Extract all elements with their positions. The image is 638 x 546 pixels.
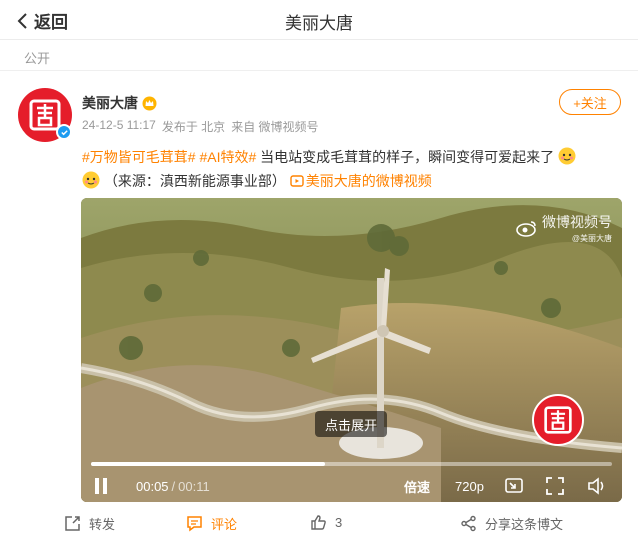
visibility-label: 公开 (24, 51, 51, 66)
repost-icon (65, 516, 80, 531)
brand-logo-watermark (532, 394, 584, 446)
current-time: 00:05 (136, 478, 169, 494)
cute-face-emoji-icon (82, 171, 100, 189)
author-name[interactable]: 美丽大唐 (82, 93, 157, 113)
divider (0, 70, 638, 71)
brand-seal-icon (544, 406, 572, 434)
comment-label: 评论 (211, 517, 238, 532)
verified-icon (56, 124, 72, 140)
pause-button[interactable] (93, 476, 109, 496)
quality-button[interactable]: 720p (455, 476, 484, 496)
follow-button[interactable]: +关注 (559, 89, 621, 115)
comment-icon (187, 516, 202, 532)
volume-button[interactable] (587, 476, 607, 496)
author-name-text: 美丽大唐 (82, 95, 138, 111)
post-text: #万物皆可毛茸茸# #AI特效# 当电站变成毛茸茸的样子，瞬间变得可爱起来了 （… (82, 145, 622, 193)
time-separator: / (171, 478, 176, 494)
action-bar: 转发 评论 3 分享这条博文 (0, 510, 638, 538)
duration: 00:11 (178, 478, 210, 494)
time-display: 00:05 / 00:11 (136, 476, 210, 496)
pip-button[interactable] (505, 476, 523, 496)
video-watermark: 微博视频号 @美丽大唐 (516, 212, 612, 244)
expand-button[interactable]: 点击展开 (315, 411, 387, 437)
post-meta: 24-12-5 11:17 发布于 北京 来自 微博视频号 (82, 118, 319, 135)
post-source[interactable]: 来自 微博视频号 (231, 118, 318, 135)
fullscreen-button[interactable] (546, 476, 564, 496)
like-button[interactable]: 3 (310, 514, 342, 531)
hashtag-link[interactable]: #AI特效# (199, 149, 256, 165)
fullscreen-icon (546, 477, 564, 495)
video-link[interactable]: 美丽大唐的微博视频 (290, 173, 432, 189)
progress-bar[interactable] (91, 462, 612, 466)
comment-button[interactable]: 评论 (186, 514, 237, 533)
share-icon (461, 515, 476, 532)
repost-button[interactable]: 转发 (64, 514, 115, 533)
pip-icon (505, 478, 523, 493)
video-icon (290, 175, 304, 187)
watermark-title: 微博视频号 (542, 214, 612, 230)
volume-icon (588, 477, 604, 495)
weibo-logo-icon (516, 221, 536, 237)
speed-button[interactable]: 倍速 (404, 476, 430, 496)
page-title: 美丽大唐 (285, 14, 353, 33)
share-button[interactable]: 分享这条博文 (460, 514, 563, 533)
post-timestamp: 24-12-5 11:17 (82, 118, 156, 132)
crown-icon (142, 96, 157, 110)
video-link-label: 美丽大唐的微博视频 (305, 173, 432, 189)
share-label: 分享这条博文 (485, 517, 564, 532)
repost-label: 转发 (89, 517, 116, 532)
top-nav-bar: 返回 美丽大唐 (0, 0, 638, 40)
like-icon (311, 515, 326, 530)
post-source-credit: （来源：滇西新能源事业部） (103, 173, 286, 189)
video-player[interactable]: 微博视频号 @美丽大唐 点击展开 00:05 / 00:11 倍速 720p (81, 198, 622, 502)
post-body-text: 当电站变成毛茸茸的样子，瞬间变得可爱起来了 (256, 149, 555, 165)
hashtag-link[interactable]: #万物皆可毛茸茸# (82, 149, 196, 165)
post-location: 发布于 北京 (161, 120, 226, 134)
progress-fill (91, 462, 326, 466)
like-count: 3 (335, 515, 343, 530)
pause-icon (95, 478, 107, 494)
cute-face-emoji-icon (558, 147, 576, 165)
watermark-handle: @美丽大唐 (571, 234, 612, 243)
